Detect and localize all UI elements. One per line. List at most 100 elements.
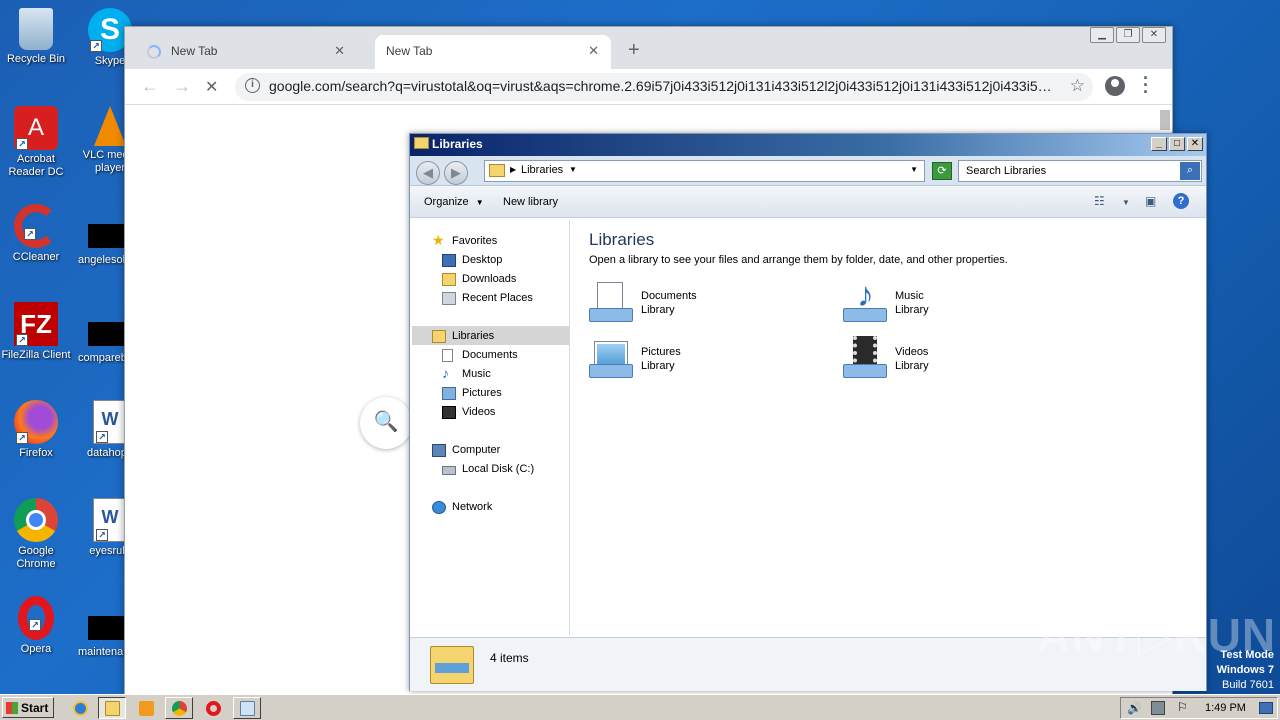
acrobat-shortcut[interactable]: A ↗ Acrobat Reader DC [0, 106, 72, 179]
minimize-icon[interactable]: _ [1151, 137, 1167, 151]
ccleaner-shortcut[interactable]: ↗ CCleaner [0, 204, 72, 264]
chevron-right-icon[interactable]: ▶ [510, 165, 516, 174]
close-icon[interactable]: ✕ [1142, 27, 1166, 43]
taskbar-notepad-button[interactable] [233, 697, 261, 719]
search-icon[interactable]: ⌕ [1180, 162, 1200, 180]
nav-label: Videos [462, 406, 496, 418]
shortcut-arrow-icon: ↗ [16, 138, 28, 150]
clock[interactable]: 1:49 PM [1205, 702, 1246, 714]
chrome-menu-icon[interactable]: · · · [1143, 69, 1149, 101]
nav-item-desktop[interactable]: Desktop [442, 251, 502, 270]
site-info-icon[interactable]: i [245, 78, 260, 93]
shortcut-arrow-icon: ↗ [16, 432, 28, 444]
tab-new-tab-1[interactable]: New Tab ✕ [125, 35, 357, 69]
library-type: Library [641, 360, 675, 372]
tab-new-tab-2[interactable]: New Tab ✕ [375, 35, 611, 69]
taskbar-ie-button[interactable] [66, 697, 94, 719]
scrollbar[interactable] [1160, 110, 1170, 130]
nav-item-music[interactable]: ♪ Music [442, 365, 491, 384]
folder-icon [105, 701, 120, 716]
redacted-icon [88, 224, 128, 248]
address-bar[interactable]: ▶ Libraries ▼ ▼ [484, 160, 925, 182]
filezilla-shortcut[interactable]: FZ ↗ FileZilla Client [0, 302, 72, 362]
organize-button[interactable]: Organize ▼ [424, 196, 484, 208]
address-dropdown-icon[interactable]: ▼ [910, 165, 918, 174]
nav-item-computer[interactable]: Computer [432, 441, 500, 460]
opera-shortcut[interactable]: ↗ Opera [0, 596, 72, 656]
start-label: Start [21, 701, 49, 715]
chrome-shortcut[interactable]: Google Chrome [0, 498, 72, 571]
network-tray-icon[interactable] [1151, 701, 1165, 715]
nav-label: Pictures [462, 387, 502, 399]
close-icon[interactable]: ✕ [1187, 137, 1203, 151]
help-icon[interactable]: ? [1173, 193, 1189, 209]
search-icon[interactable]: 🔍 [360, 397, 412, 449]
address-crumb[interactable]: Libraries [521, 164, 563, 176]
forward-button[interactable]: ▶ [444, 161, 468, 185]
nav-item-pictures[interactable]: Pictures [442, 384, 502, 403]
library-videos[interactable]: Videos Library [843, 336, 1043, 384]
nav-item-videos[interactable]: Videos [442, 403, 496, 422]
bookmark-star-icon[interactable]: ☆ [1065, 76, 1085, 96]
nav-item-local-disk[interactable]: Local Disk (C:) [442, 460, 534, 479]
recycle-bin-icon[interactable]: Recycle Bin [0, 8, 72, 66]
taskbar-media-player-button[interactable] [132, 697, 160, 719]
network-globe-icon [432, 501, 446, 514]
show-desktop-icon[interactable] [1259, 702, 1273, 714]
library-documents[interactable]: Documents Library [589, 282, 789, 328]
firefox-shortcut[interactable]: ↗ Firefox [0, 400, 72, 460]
action-center-flag-icon[interactable]: ⚐ [1177, 700, 1188, 714]
volume-icon[interactable]: 🔊 [1127, 701, 1142, 715]
navigation-pane: ★ Favorites Desktop Downloads Recent Pla… [410, 220, 570, 635]
nav-item-downloads[interactable]: Downloads [442, 270, 516, 289]
view-options-icon[interactable]: ☷ [1094, 194, 1105, 208]
desktop-icon [442, 254, 456, 267]
back-button[interactable]: ← [141, 76, 159, 97]
tab-close-icon[interactable]: ✕ [334, 43, 345, 59]
minimize-icon[interactable]: ▁ [1090, 27, 1114, 43]
chevron-down-icon: ▼ [475, 198, 484, 207]
tab-strip: New Tab ✕ New Tab ✕ + ▁ ❐ ✕ [125, 27, 1172, 69]
nav-label: Libraries [452, 330, 495, 342]
taskbar-explorer-button[interactable] [98, 697, 126, 719]
nav-label: Favorites [452, 235, 498, 247]
tab-label: New Tab [171, 44, 218, 58]
word-document-icon: W ↗ [93, 400, 127, 444]
account-icon[interactable] [1105, 76, 1125, 96]
taskbar-chrome-button[interactable] [165, 697, 193, 719]
desktop-icon-label: compareb [78, 352, 127, 364]
desktop-icon-label: angelesob [78, 254, 129, 266]
desktop-icon-label: maintena [78, 646, 124, 658]
refresh-icon[interactable]: ⟳ [932, 162, 952, 180]
search-placeholder: Search Libraries [966, 165, 1047, 177]
chevron-down-icon[interactable]: ▼ [1122, 198, 1130, 207]
forward-button[interactable]: → [173, 76, 191, 97]
back-button[interactable]: ◀ [416, 161, 440, 185]
taskbar-opera-button[interactable] [199, 697, 227, 719]
explorer-title-bar[interactable]: Libraries _ □ ✕ [410, 134, 1206, 156]
library-pictures[interactable]: Pictures Library [589, 338, 789, 384]
nav-item-documents[interactable]: Documents [442, 346, 518, 365]
nav-item-libraries[interactable]: Libraries [432, 327, 495, 346]
preview-pane-icon[interactable]: ▣ [1145, 194, 1156, 208]
maximize-icon[interactable]: □ [1169, 137, 1185, 151]
explorer-window-controls: _ □ ✕ [1151, 137, 1203, 151]
search-input[interactable]: Search Libraries ⌕ [958, 160, 1202, 182]
library-music[interactable]: ♪ Music Library [843, 278, 1043, 328]
omnibox[interactable]: i google.com/search?q=virustotal&oq=viru… [235, 73, 1093, 101]
recent-places-icon [442, 292, 456, 305]
system-tray: 🔊 ⚐ 1:49 PM [1120, 697, 1278, 719]
nav-item-favorites[interactable]: ★ Favorites [432, 232, 498, 251]
start-button[interactable]: Start [2, 697, 54, 718]
chevron-down-icon[interactable]: ▼ [569, 165, 577, 174]
stop-loading-button[interactable]: ✕ [205, 77, 218, 97]
tab-close-icon[interactable]: ✕ [588, 43, 599, 59]
nav-item-network[interactable]: Network [432, 498, 492, 517]
restore-icon[interactable]: ❐ [1116, 27, 1140, 43]
documents-library-icon [589, 282, 633, 324]
new-library-button[interactable]: New library [503, 196, 558, 208]
shortcut-arrow-icon: ↗ [90, 40, 102, 52]
desktop-icon-label: Opera [20, 643, 52, 655]
new-tab-button[interactable]: + [628, 39, 640, 62]
nav-item-recent-places[interactable]: Recent Places [442, 289, 533, 308]
